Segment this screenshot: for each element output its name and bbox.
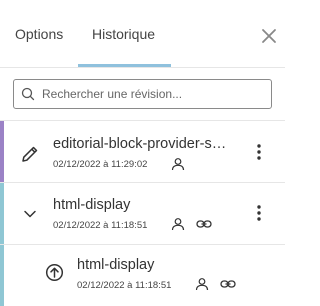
more-button[interactable] — [251, 203, 267, 223]
link-icon — [220, 280, 236, 288]
more-vertical-icon — [257, 205, 261, 221]
more-button[interactable] — [251, 142, 267, 162]
revision-item[interactable]: html-display 02/12/2022 à 11:18:51 — [0, 244, 285, 306]
search-icon — [21, 87, 35, 101]
more-vertical-icon — [257, 144, 261, 160]
revision-date: 02/12/2022 à 11:18:51 — [53, 220, 148, 231]
close-button[interactable] — [259, 26, 279, 46]
user-icon — [171, 218, 185, 231]
arrow-up-circle-icon — [45, 263, 64, 282]
panel-header: Options Historique — [0, 0, 285, 68]
close-icon — [262, 29, 276, 43]
search-box — [13, 79, 272, 109]
pencil-icon — [22, 146, 38, 162]
tab-options-label: Options — [15, 26, 64, 42]
active-tab-indicator — [78, 64, 171, 67]
tab-historique[interactable]: Historique — [78, 0, 171, 68]
revision-date: 02/12/2022 à 11:18:51 — [77, 280, 172, 291]
revision-date: 02/12/2022 à 11:29:02 — [53, 159, 148, 170]
revision-item[interactable]: editorial-block-provider-s… 02/12/2022 à… — [0, 120, 285, 182]
search-input[interactable] — [42, 84, 266, 104]
chevron-down-icon[interactable] — [22, 208, 38, 220]
user-icon — [171, 158, 185, 171]
revision-accent-bar — [0, 183, 4, 244]
revision-accent-bar — [0, 245, 4, 306]
link-icon — [196, 220, 212, 228]
revision-item[interactable]: html-display 02/12/2022 à 11:18:51 — [0, 182, 285, 244]
revision-title: html-display — [53, 197, 131, 213]
user-icon — [195, 278, 209, 291]
tab-historique-label: Historique — [92, 26, 156, 42]
tab-options[interactable]: Options — [0, 0, 78, 68]
revision-accent-bar — [0, 121, 4, 182]
revision-title: editorial-block-provider-s… — [53, 136, 227, 152]
revision-title: html-display — [77, 257, 155, 273]
